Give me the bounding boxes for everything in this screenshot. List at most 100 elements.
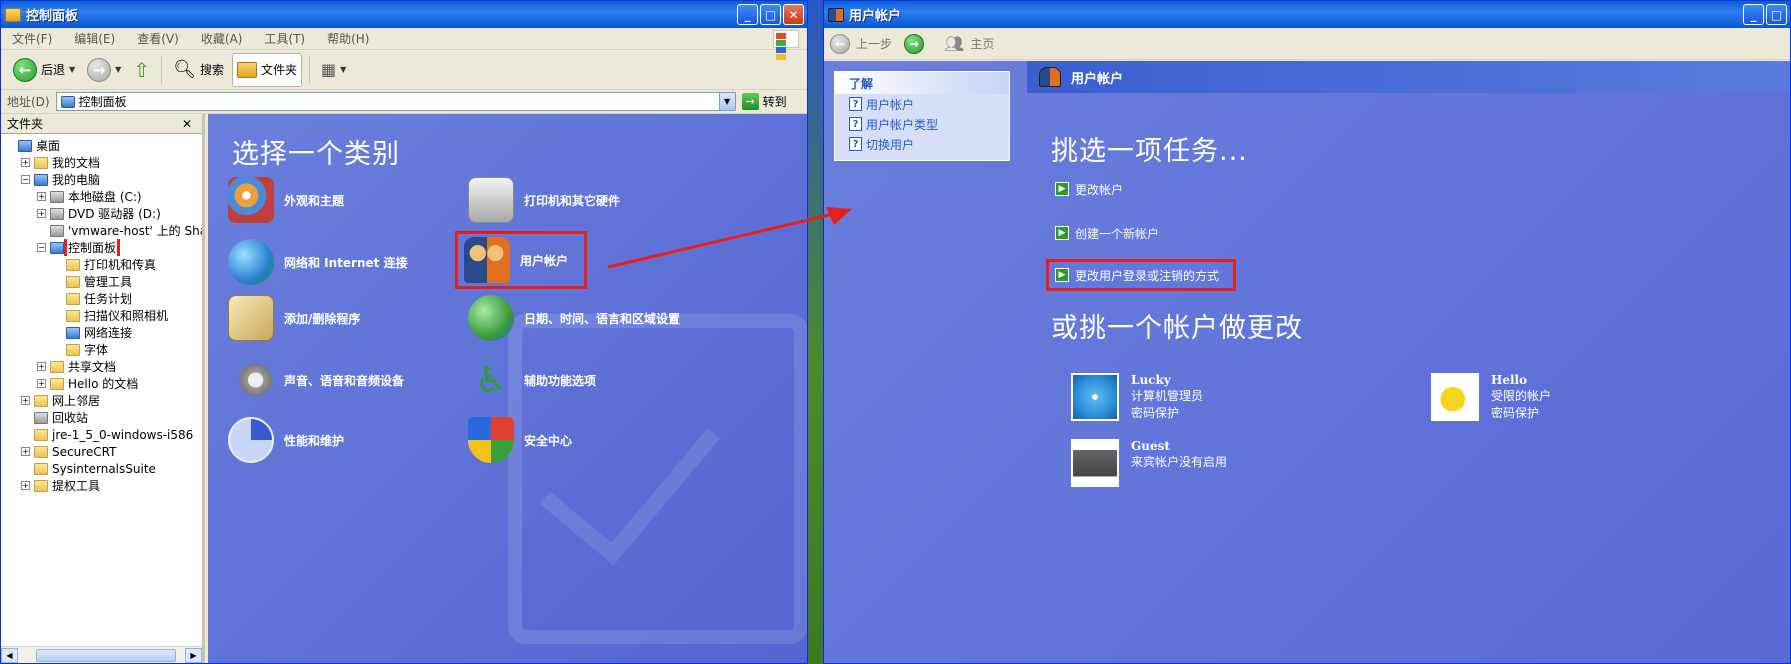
tree-node[interactable]: 任务计划 (1, 290, 202, 307)
expand-icon[interactable]: + (21, 447, 30, 456)
category-accessibility[interactable]: ♿︎ 辅助功能选项 (468, 354, 596, 406)
menu-edit[interactable]: 编辑(E) (63, 30, 126, 47)
category-performance[interactable]: 性能和维护 (228, 414, 344, 466)
tree-node[interactable]: SysinternalsSuite (1, 460, 202, 477)
back-label[interactable]: 上一步 (856, 35, 892, 52)
menu-favorites[interactable]: 收藏(A) (190, 30, 254, 47)
network-globe-icon (228, 239, 274, 285)
tree-node-label: 桌面 (36, 139, 61, 153)
folders-label: 文件夹 (260, 63, 297, 77)
collapse-icon[interactable]: − (37, 243, 46, 252)
user-accounts-body: 了解 ? 用户帐户 ? 用户帐户类型 ? 切换用户 用户帐户 挑选一项任务... ▶ … (824, 61, 1790, 663)
category-user-accounts[interactable]: 用户帐户 (454, 231, 588, 289)
tree-node[interactable]: 扫描仪和照相机 (1, 307, 202, 324)
folder-icon (34, 445, 48, 458)
scroll-left-icon[interactable]: ◀ (1, 647, 18, 663)
category-security-center[interactable]: 安全中心 (468, 414, 572, 466)
dropdown-caret-icon[interactable]: ▼ (69, 65, 75, 74)
category-date-time[interactable]: 日期、时间、语言和区域设置 (468, 292, 680, 344)
folders-button[interactable]: 文件夹 (231, 52, 302, 87)
go-button[interactable]: → 转到 (741, 93, 787, 110)
tree-node[interactable]: + 网上邻居 (1, 392, 202, 409)
expand-icon[interactable]: + (21, 481, 30, 490)
menu-view[interactable]: 查看(V) (126, 30, 190, 47)
tree-node[interactable]: 网络连接 (1, 324, 202, 341)
category-network[interactable]: 网络和 Internet 连接 (228, 236, 408, 288)
close-button[interactable]: ✕ (783, 4, 804, 25)
scroll-right-icon[interactable]: ▶ (185, 647, 202, 663)
title-bar[interactable]: 控制面板 _ □ ✕ (1, 1, 807, 28)
expand-icon[interactable]: + (37, 379, 46, 388)
expand-icon[interactable]: + (21, 396, 30, 405)
menu-help[interactable]: 帮助(H) (316, 30, 380, 47)
views-button[interactable]: ▦ ▼ (317, 53, 350, 87)
expand-icon[interactable]: + (37, 209, 46, 218)
tree-node[interactable]: 回收站 (1, 409, 202, 426)
close-pane-icon[interactable]: ✕ (182, 117, 192, 131)
expand-icon[interactable]: + (37, 362, 46, 371)
tree-node[interactable]: 桌面 (1, 137, 202, 154)
learn-link-account-types[interactable]: ? 用户帐户类型 (835, 114, 1009, 134)
dropdown-caret-icon[interactable]: ▼ (340, 65, 346, 74)
category-sounds[interactable]: 声音、语音和音频设备 (228, 354, 404, 406)
tree-node[interactable]: jre-1_5_0-windows-i586 (1, 426, 202, 443)
home-label[interactable]: 主页 (970, 35, 994, 52)
learn-link-user-accounts[interactable]: ? 用户帐户 (835, 94, 1009, 114)
learn-link-switch-user[interactable]: ? 切换用户 (835, 134, 1009, 154)
back-button[interactable]: ← 后退 ▼ (9, 53, 79, 87)
tree-node[interactable]: 'vmware-host' 上的 Shar (1, 222, 202, 239)
title-bar[interactable]: 用户帐户 _ □ (824, 1, 1790, 28)
folders-pane-title: 文件夹 (7, 117, 44, 131)
horizontal-scrollbar[interactable]: ◀ ▶ (1, 646, 202, 663)
task-change-logon-method[interactable]: ▶ 更改用户登录或注销的方式 (1045, 259, 1237, 291)
menu-file[interactable]: 文件(F) (1, 30, 63, 47)
expand-icon[interactable]: + (37, 192, 46, 201)
minimize-button[interactable]: _ (1743, 4, 1764, 25)
category-printers[interactable]: 打印机和其它硬件 (468, 174, 620, 226)
maximize-button[interactable]: □ (1766, 4, 1787, 25)
dropdown-caret-icon[interactable]: ▼ (115, 65, 121, 74)
category-add-remove[interactable]: 添加/删除程序 (228, 292, 360, 344)
account-guest[interactable]: Guest 来宾帐户没有启用 (1071, 439, 1227, 487)
toolbar: ← 后退 ▼ → ▼ ⇧ 🔍︎ 搜索 文件夹 ▦ ▼ (1, 50, 807, 90)
tree-node[interactable]: + DVD 驱动器 (D:) (1, 205, 202, 222)
search-button[interactable]: 🔍︎ 搜索 (169, 53, 228, 87)
expand-icon[interactable]: + (21, 158, 30, 167)
tree-node[interactable]: + SecureCRT (1, 443, 202, 460)
account-hello[interactable]: Hello 受限的帐户 密码保护 (1431, 373, 1551, 421)
address-input[interactable]: 控制面板 ▼ (55, 92, 736, 111)
menu-tools[interactable]: 工具(T) (253, 30, 316, 47)
category-label: 性能和维护 (284, 433, 345, 448)
tree-node[interactable]: + 共享文档 (1, 358, 202, 375)
minimize-button[interactable]: _ (737, 4, 758, 25)
home-users-icon[interactable]: 👥︎ (944, 34, 964, 53)
account-lucky[interactable]: Lucky 计算机管理员 密码保护 (1071, 373, 1203, 421)
views-grid-icon: ▦ (320, 60, 337, 79)
tree-node[interactable]: − 我的电脑 (1, 171, 202, 188)
control-panel-window: 控制面板 _ □ ✕ 文件(F) 编辑(E) 查看(V) 收藏(A) 工具(T)… (0, 0, 808, 664)
folder-icon (50, 377, 64, 390)
tree-node[interactable]: + 本地磁盘 (C:) (1, 188, 202, 205)
tree-node-label: 'vmware-host' 上的 Shar (68, 224, 202, 238)
maximize-button[interactable]: □ (760, 4, 781, 25)
tree-node[interactable]: + 我的文档 (1, 154, 202, 171)
task-change-account[interactable]: ▶ 更改帐户 (1055, 179, 1123, 199)
tree-node[interactable]: − 控制面板 (1, 239, 202, 256)
tree-node-label: 扫描仪和照相机 (84, 309, 169, 323)
tree-node[interactable]: + 提权工具 (1, 477, 202, 494)
collapse-icon[interactable]: − (21, 175, 30, 184)
folder-icon (34, 428, 48, 441)
folder-icon (34, 479, 48, 492)
tree-node[interactable]: + Hello 的文档 (1, 375, 202, 392)
category-appearance[interactable]: 外观和主题 (228, 174, 344, 226)
scroll-thumb[interactable] (36, 648, 176, 662)
forward-button[interactable]: → ▼ (83, 53, 125, 87)
tree-node[interactable]: 打印机和传真 (1, 256, 202, 273)
up-button[interactable]: ⇧ (129, 53, 154, 87)
task-create-account[interactable]: ▶ 创建一个新帐户 (1055, 223, 1159, 243)
tree-node[interactable]: 字体 (1, 341, 202, 358)
forward-arrow-icon[interactable]: → (904, 33, 925, 54)
address-dropdown-icon[interactable]: ▼ (718, 93, 735, 110)
tree-node[interactable]: 管理工具 (1, 273, 202, 290)
back-arrow-icon[interactable]: ← (830, 33, 850, 54)
